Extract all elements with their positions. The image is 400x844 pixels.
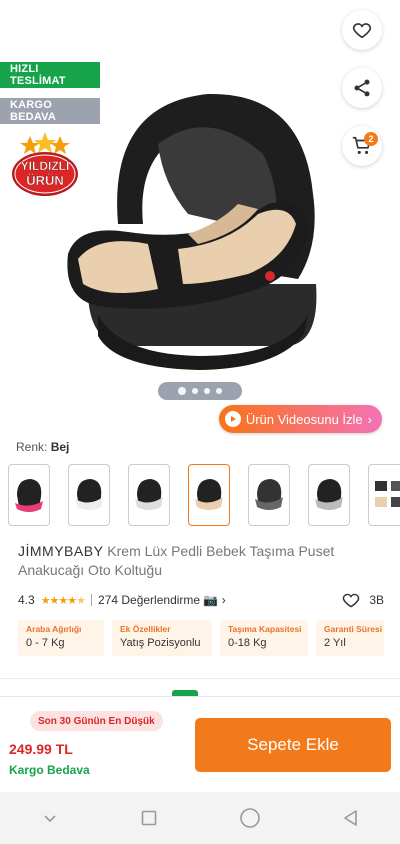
product-image <box>67 93 317 370</box>
favorites-count: 3B <box>369 593 384 607</box>
spec-value: Yatış Pozisyonlu <box>120 637 201 649</box>
variant-thumb-black-gray[interactable] <box>248 464 290 526</box>
pagination-dot[interactable] <box>192 388 198 394</box>
color-variants <box>8 464 400 526</box>
variant-thumb-white[interactable] <box>68 464 110 526</box>
pagination-dot[interactable] <box>178 387 186 395</box>
badge-line1: YILDIZLI <box>21 159 70 173</box>
share-icon <box>354 79 370 97</box>
back-triangle-icon[interactable] <box>342 809 360 827</box>
chevron-down-icon[interactable] <box>41 809 59 827</box>
watch-video-button[interactable]: Ürün Videosunu İzle › <box>218 405 382 433</box>
lowest-price-badge: Son 30 Günün En Düşük <box>30 711 163 731</box>
chevron-right-icon: › <box>367 411 372 427</box>
rating-stars: ★★★★★ <box>40 594 86 607</box>
product-brand[interactable]: JİMMYBABY <box>18 543 103 559</box>
variant-thumb-beige[interactable] <box>188 464 230 526</box>
product-gallery[interactable]: 2 HIZLI TESLİMAT KARGO BEDAVA YILDIZLI Ü… <box>0 0 400 433</box>
share-button[interactable] <box>342 68 382 108</box>
system-nav-bar <box>0 792 400 844</box>
starred-product-badge: YILDIZLI ÜRÜN <box>12 132 78 196</box>
rating-row: 4.3 ★★★★★ 274 Değerlendirme 📷 › 3B <box>18 590 384 610</box>
reviews-count: 274 Değerlendirme <box>98 593 201 607</box>
cart-count-badge: 2 <box>364 132 378 146</box>
spec-highlights: Araba Ağırlığı 0 - 7 Kg Ek Özellikler Ya… <box>18 620 384 656</box>
free-cargo-tag: KARGO BEDAVA <box>0 98 100 124</box>
badge-line2: ÜRÜN <box>26 173 64 188</box>
add-to-cart-button[interactable]: Sepete Ekle <box>195 718 391 772</box>
favorites[interactable]: 3B <box>341 590 384 610</box>
divider <box>91 594 93 606</box>
home-icon[interactable] <box>239 807 261 829</box>
back-arrow-icon <box>23 24 41 40</box>
color-label: Renk: <box>16 440 48 454</box>
spec-label: Garanti Süresi <box>324 624 383 634</box>
heart-icon <box>343 593 360 608</box>
spec-label: Araba Ağırlığı <box>26 624 82 634</box>
rating-score: 4.3 <box>18 593 35 607</box>
variant-thumb-set[interactable] <box>368 464 400 526</box>
free-cargo-label: Kargo Bedava <box>9 763 90 777</box>
spec-item: Garanti Süresi 2 Yıl <box>316 620 384 656</box>
chevron-right-icon: › <box>221 593 226 607</box>
spec-label: Taşıma Kapasitesi <box>228 624 302 634</box>
back-button[interactable] <box>14 14 50 50</box>
color-selection: Renk: Bej <box>16 440 69 454</box>
product-title: JİMMYBABY Krem Lüx Pedli Bebek Taşıma Pu… <box>18 542 388 580</box>
heart-icon <box>352 23 372 39</box>
spec-value: 0-18 Kg <box>228 637 267 649</box>
variant-thumb-gray[interactable] <box>128 464 170 526</box>
camera-icon: 📷 <box>203 593 219 607</box>
pagination-dot[interactable] <box>204 388 210 394</box>
spec-item: Araba Ağırlığı 0 - 7 Kg <box>18 620 104 656</box>
section-divider <box>0 678 400 679</box>
pagination-dot[interactable] <box>216 388 222 394</box>
watch-video-label: Ürün Videosunu İzle <box>245 411 363 427</box>
spec-label: Ek Özellikler <box>120 624 171 634</box>
gallery-pagination[interactable] <box>158 382 242 400</box>
color-value: Bej <box>50 440 70 454</box>
favorite-button[interactable] <box>342 10 382 50</box>
recents-icon[interactable] <box>140 809 158 827</box>
fast-delivery-tag: HIZLI TESLİMAT <box>0 62 100 88</box>
spec-item: Ek Özellikler Yatış Pozisyonlu <box>112 620 212 656</box>
play-icon <box>224 411 241 427</box>
reviews-link[interactable]: 274 Değerlendirme 📷 › <box>98 593 226 607</box>
price: 249.99 TL <box>9 741 73 757</box>
spec-value: 0 - 7 Kg <box>26 637 65 649</box>
variant-thumb-black[interactable] <box>308 464 350 526</box>
cart-button[interactable]: 2 <box>342 126 382 166</box>
spec-item: Taşıma Kapasitesi 0-18 Kg <box>220 620 308 656</box>
variant-thumb-pink[interactable] <box>8 464 50 526</box>
spec-value: 2 Yıl <box>324 637 346 649</box>
purchase-bar: Son 30 Günün En Düşük 249.99 TL Kargo Be… <box>0 696 400 792</box>
